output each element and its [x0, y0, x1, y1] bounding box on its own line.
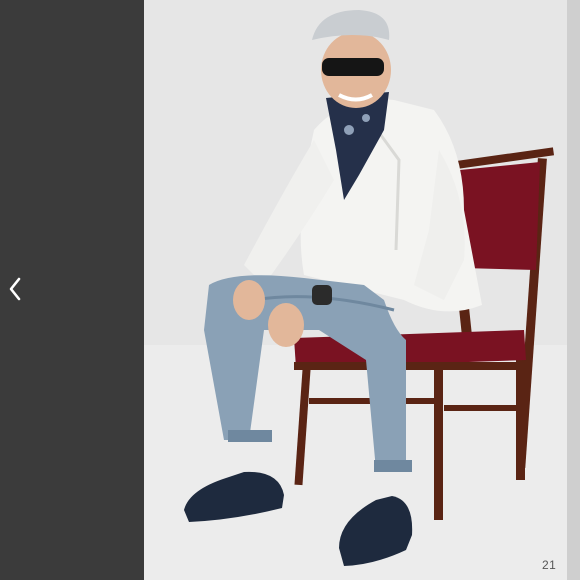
next-image-peek[interactable]	[567, 0, 580, 580]
left-panel	[0, 0, 144, 580]
fashion-photo	[144, 0, 567, 580]
previous-image-button[interactable]	[0, 268, 30, 310]
image-viewer: 21	[0, 0, 580, 580]
page-number: 21	[542, 558, 557, 572]
sunglasses	[322, 58, 384, 76]
photo-scene	[144, 0, 567, 580]
chevron-left-icon	[9, 277, 21, 301]
